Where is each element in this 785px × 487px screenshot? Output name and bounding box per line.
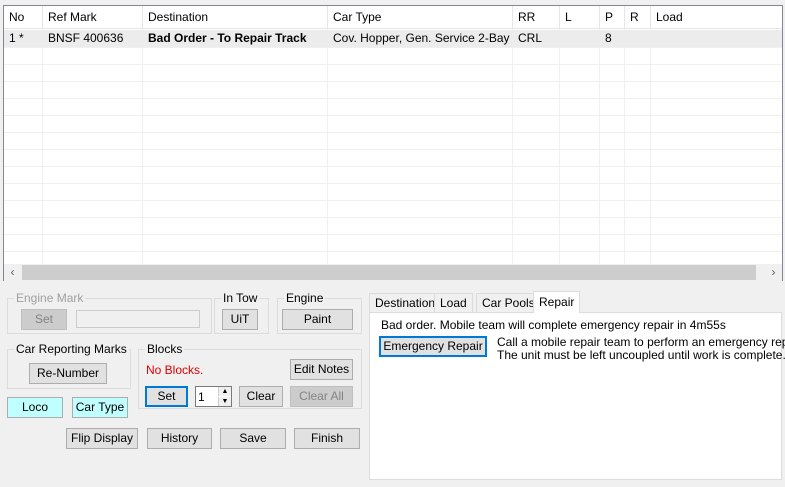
car-reporting-marks-group: Car Reporting Marks Re-Number [7, 342, 131, 389]
spinner-down-icon[interactable]: ▼ [218, 397, 231, 406]
grid-divider [4, 217, 782, 218]
grid-divider [4, 47, 782, 48]
grid-divider [4, 81, 782, 82]
in-tow-group: In Tow UiT [214, 291, 269, 334]
spinner-value: 1 [198, 390, 205, 404]
blocks-title: Blocks [145, 342, 185, 356]
cell-p: 8 [605, 31, 612, 45]
engine-title: Engine [284, 291, 326, 305]
loco-toggle[interactable]: Loco [7, 397, 63, 418]
column-header-car-type[interactable]: Car Type [328, 6, 513, 29]
column-header-ref-mark[interactable]: Ref Mark [43, 6, 143, 29]
clear-all-button[interactable]: Clear All [290, 386, 353, 407]
finish-button[interactable]: Finish [294, 428, 360, 449]
edit-notes-button[interactable]: Edit Notes [290, 359, 353, 380]
block-number-spinner[interactable]: 1 ▲ ▼ [195, 386, 232, 407]
cell-l [560, 30, 565, 47]
scrollbar-thumb[interactable] [22, 265, 756, 280]
engine-mark-set-button[interactable]: Set [21, 309, 67, 330]
repair-tab-panel: Bad order. Mobile team will complete eme… [369, 312, 785, 480]
repair-description-line2: The unit must be left uncoupled until wo… [497, 348, 785, 362]
renumber-button[interactable]: Re-Number [29, 363, 107, 384]
spinner-up-icon[interactable]: ▲ [218, 387, 231, 396]
car-reporting-marks-title: Car Reporting Marks [14, 342, 129, 356]
engine-group: Engine Paint [277, 291, 362, 334]
table-row[interactable]: 1 * BNSF 400636 Bad Order - To Repair Tr… [4, 30, 782, 47]
tab-load[interactable]: Load [434, 293, 473, 313]
column-header-r[interactable]: R [625, 6, 651, 29]
column-header-destination[interactable]: Destination [143, 6, 328, 29]
blocks-status: No Blocks. [146, 363, 204, 377]
grid-divider [4, 149, 782, 150]
scroll-right-icon[interactable]: › [765, 264, 782, 281]
blocks-set-button[interactable]: Set [145, 386, 188, 407]
column-header-l[interactable]: L [560, 6, 600, 29]
car-type-toggle[interactable]: Car Type [72, 397, 128, 418]
cell-no: 1 * [9, 31, 24, 45]
cell-load [651, 30, 656, 47]
grid-divider [4, 200, 782, 201]
tab-car-pools[interactable]: Car Pools [476, 293, 541, 313]
history-button[interactable]: History [147, 428, 212, 449]
grid-divider [4, 132, 782, 133]
tab-destination[interactable]: Destination [369, 293, 442, 313]
save-button[interactable]: Save [220, 428, 286, 449]
flip-display-button[interactable]: Flip Display [66, 428, 138, 449]
grid-divider [4, 115, 782, 116]
blocks-group: Blocks No Blocks. Edit Notes Set 1 ▲ ▼ C… [138, 342, 362, 409]
engine-mark-title: Engine Mark [14, 291, 86, 305]
emergency-repair-button[interactable]: Emergency Repair [379, 336, 487, 357]
car-list-grid[interactable]: No Ref Mark Destination Car Type RR L P … [3, 5, 783, 281]
grid-divider [4, 251, 782, 252]
clear-button[interactable]: Clear [239, 386, 283, 407]
scroll-left-icon[interactable]: ‹ [4, 264, 21, 281]
engine-mark-field[interactable] [76, 310, 200, 328]
repair-status-text: Bad order. Mobile team will complete eme… [381, 318, 726, 332]
grid-divider [4, 234, 782, 235]
grid-divider [4, 183, 782, 184]
cell-destination: Bad Order - To Repair Track [148, 31, 307, 45]
uit-button[interactable]: UiT [222, 309, 258, 330]
grid-divider [4, 64, 782, 65]
tab-repair[interactable]: Repair [533, 291, 581, 313]
cell-ref-mark: BNSF 400636 [48, 31, 124, 45]
paint-button[interactable]: Paint [282, 309, 353, 330]
cell-rr: CRL [518, 31, 543, 45]
cell-r [625, 30, 630, 47]
grid-divider [4, 166, 782, 167]
cell-car-type: Cov. Hopper, Gen. Service 2-Bay [333, 31, 510, 45]
horizontal-scrollbar[interactable]: ‹ › [4, 264, 782, 281]
column-header-p[interactable]: P [600, 6, 625, 29]
grid-divider [4, 98, 782, 99]
in-tow-title: In Tow [221, 291, 260, 305]
column-header-load[interactable]: Load [651, 6, 782, 29]
column-header-no[interactable]: No [4, 6, 43, 29]
column-header-rr[interactable]: RR [513, 6, 560, 29]
engine-mark-group: Engine Mark Set [7, 291, 212, 334]
